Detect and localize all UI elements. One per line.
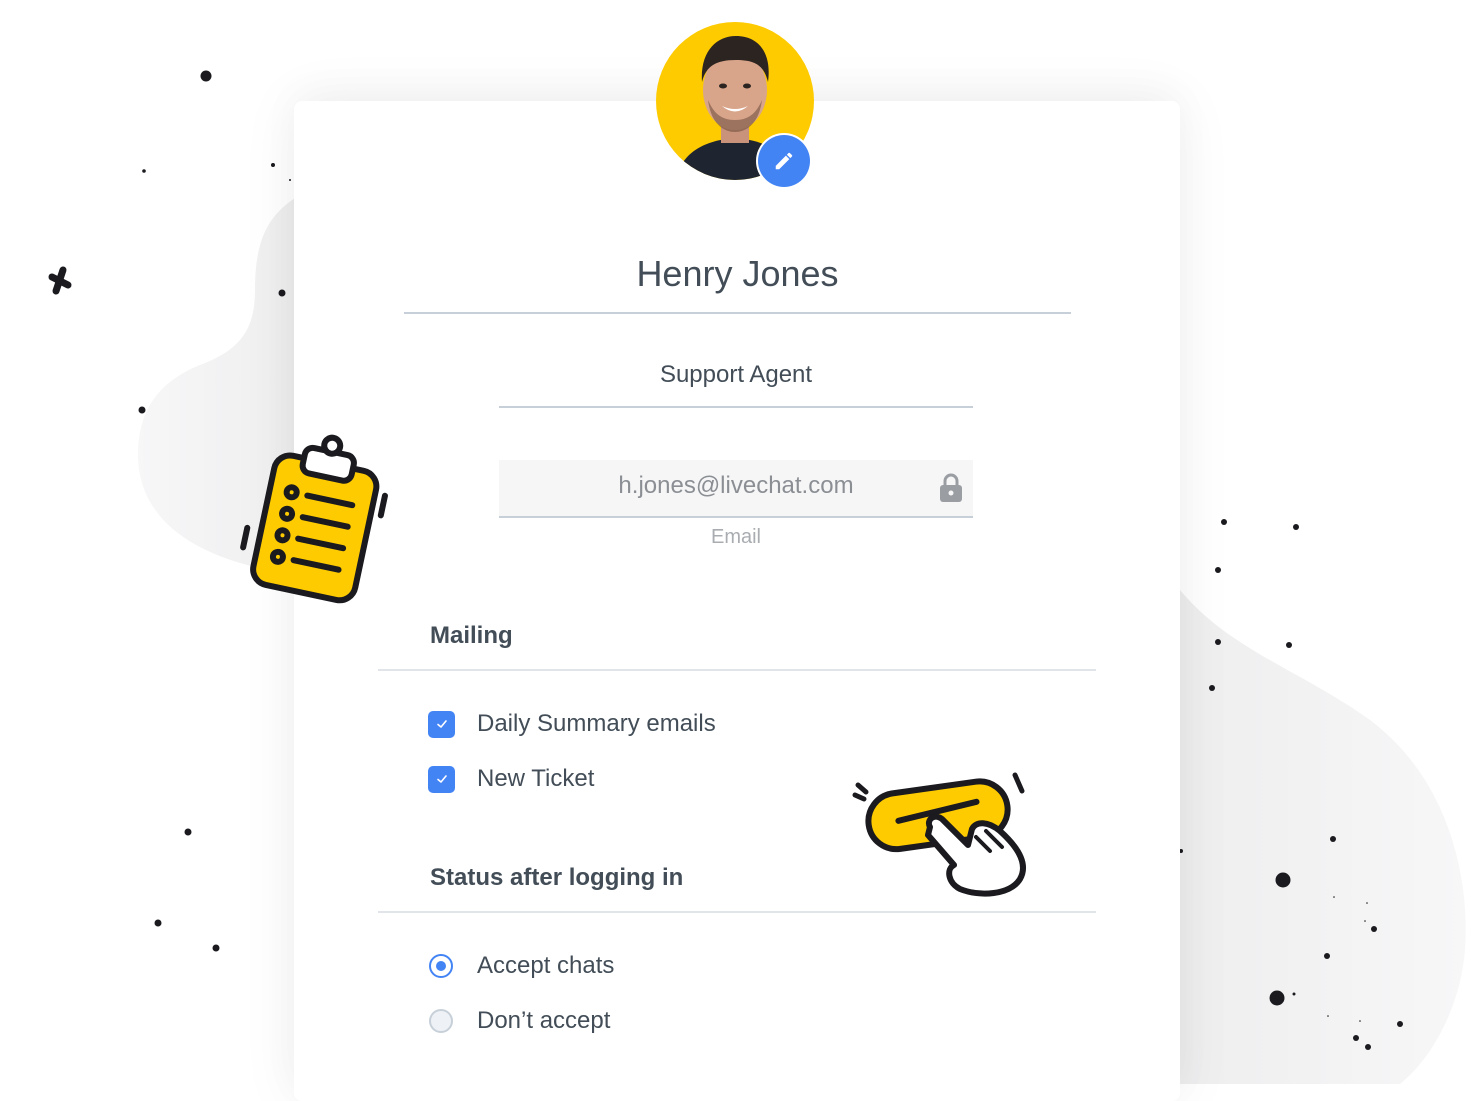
radio-label: Accept chats xyxy=(477,952,615,979)
name-input[interactable]: Henry Jones xyxy=(404,246,1071,314)
status-section-title: Status after logging in xyxy=(430,864,684,891)
lock-icon xyxy=(940,473,962,502)
check-icon xyxy=(436,775,447,783)
accept-chats-radio-option[interactable]: Accept chats xyxy=(428,952,614,980)
sparkle-cross-icon xyxy=(48,266,72,295)
clipboard-illustration xyxy=(240,434,388,604)
divider xyxy=(378,911,1096,913)
edit-avatar-button[interactable] xyxy=(758,135,810,187)
radio-unselected[interactable] xyxy=(429,1009,453,1033)
role-input[interactable]: Support Agent xyxy=(499,352,973,408)
email-input: h.jones@livechat.com xyxy=(499,460,973,518)
radio-dot xyxy=(436,961,446,971)
mailing-section-title: Mailing xyxy=(430,622,513,649)
checkbox-checked[interactable] xyxy=(428,765,455,793)
new-ticket-checkbox-option[interactable]: New Ticket xyxy=(428,765,594,793)
radio-selected[interactable] xyxy=(429,954,453,978)
button-press-illustration xyxy=(852,772,1027,897)
dont-accept-radio-option[interactable]: Don’t accept xyxy=(428,1007,610,1035)
checkbox-checked[interactable] xyxy=(428,710,455,738)
checkbox-label: New Ticket xyxy=(477,765,595,792)
radio-label: Don’t accept xyxy=(477,1007,611,1034)
email-value: h.jones@livechat.com xyxy=(618,472,854,499)
check-icon xyxy=(436,720,447,728)
pencil-icon xyxy=(775,152,793,170)
checkbox-label: Daily Summary emails xyxy=(477,710,716,737)
daily-summary-checkbox-option[interactable]: Daily Summary emails xyxy=(428,710,716,738)
email-label: Email xyxy=(710,526,761,548)
divider xyxy=(378,669,1096,671)
